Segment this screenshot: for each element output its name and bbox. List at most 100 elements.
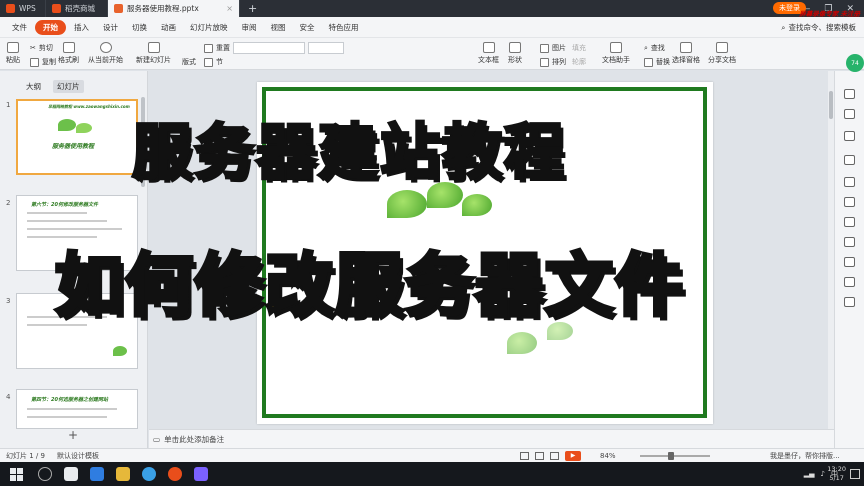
speed-badge[interactable]: 74 — [846, 54, 864, 72]
app-icon[interactable] — [64, 467, 78, 481]
thumb-title-text: 第四节：20何选服务器之创建网站 — [31, 397, 108, 403]
right-sidebar — [834, 71, 864, 448]
document-tab-label: 服务器使用教程.pptx — [127, 4, 199, 13]
section-button[interactable]: 节 — [204, 57, 223, 67]
shape-button[interactable]: 形状 — [508, 42, 522, 65]
computer-icon[interactable] — [90, 467, 104, 481]
zoom-slider[interactable] — [640, 452, 710, 460]
wps-tab-label: WPS — [19, 4, 36, 13]
new-slide-button[interactable]: 新建幻灯片 — [136, 42, 171, 65]
tab-slides[interactable]: 幻灯片 — [53, 80, 84, 93]
browser-icon[interactable] — [142, 467, 156, 481]
windows-start-icon[interactable] — [6, 464, 26, 484]
doc-assistant-button[interactable]: 文档助手 — [602, 42, 630, 65]
format-painter-button[interactable]: 格式刷 — [58, 42, 79, 65]
menu-slideshow[interactable]: 幻灯片放映 — [184, 20, 234, 35]
section-label: 节 — [216, 58, 223, 66]
help-icon[interactable] — [844, 297, 855, 307]
chrome-icon[interactable] — [168, 467, 182, 481]
wps-taskbar-icon[interactable] — [194, 467, 208, 481]
paste-icon — [7, 42, 19, 53]
network-icon[interactable]: ▂▄ — [804, 470, 815, 478]
command-search-label: 查找命令、搜索模板 — [788, 22, 857, 32]
menu-animation[interactable]: 动画 — [155, 20, 182, 35]
recorder-watermark: 屏幕录像专家 未注册 — [799, 10, 860, 18]
overlay-title-line1: 服务器建站教程 — [131, 117, 566, 190]
document-tab[interactable]: 服务器使用教程.pptx × — [108, 0, 240, 17]
menu-security[interactable]: 安全 — [294, 20, 321, 35]
ribbon-toolbar: 粘贴 ✂ 剪切 复制 格式刷 从当前开始 新建幻灯片 版式 重置 节 文本框 形状… — [0, 38, 864, 70]
sorter-view-icon[interactable] — [535, 451, 544, 460]
picture-pane-icon[interactable] — [844, 257, 855, 267]
cut-label: 剪切 — [38, 44, 53, 52]
slide-thumbnail-1[interactable]: 早稻网络教程 www.zaowangshixin.com 服务器使用教程 — [16, 99, 138, 175]
fill-button[interactable]: 填充 — [572, 43, 586, 53]
font-size-select[interactable] — [308, 42, 344, 54]
shape-pane-icon[interactable] — [844, 237, 855, 247]
notes-bar[interactable]: ▭ 单击此处添加备注 — [149, 429, 834, 448]
leaf-decoration — [387, 190, 427, 218]
menu-insert[interactable]: 插入 — [68, 20, 95, 35]
add-slide-button[interactable]: + — [68, 428, 78, 442]
tab-outline[interactable]: 大纲 — [22, 80, 45, 93]
property-icon[interactable] — [844, 89, 855, 99]
normal-view-icon[interactable] — [520, 451, 529, 460]
layout-label: 版式 — [182, 58, 196, 66]
copy-button[interactable]: 复制 — [30, 57, 56, 67]
reset-button[interactable]: 重置 — [204, 43, 230, 53]
new-tab-button[interactable]: + — [240, 0, 265, 17]
animation-icon[interactable] — [844, 155, 855, 165]
arrange-label: 排列 — [552, 58, 566, 66]
volume-icon[interactable]: ♪ — [821, 470, 825, 478]
cut-button[interactable]: ✂ 剪切 — [30, 43, 53, 53]
replace-button[interactable]: 替换 — [644, 57, 670, 67]
folder-icon[interactable] — [116, 467, 130, 481]
leaf-decoration — [507, 332, 537, 354]
menu-view[interactable]: 视图 — [265, 20, 292, 35]
font-name-select[interactable] — [233, 42, 305, 54]
slideshow-play-button[interactable]: ▶ — [565, 450, 581, 461]
reset-icon — [204, 43, 213, 53]
store-icon — [52, 4, 61, 13]
file-menu[interactable]: 文件 — [6, 20, 33, 35]
menu-start[interactable]: 开始 — [35, 19, 66, 35]
reading-view-icon[interactable] — [550, 451, 559, 460]
menu-special[interactable]: 特色应用 — [323, 20, 365, 35]
transition-icon[interactable] — [844, 177, 855, 187]
search-icon[interactable] — [38, 467, 52, 481]
textbox-label: 文本框 — [478, 56, 499, 64]
select-icon[interactable] — [844, 109, 855, 119]
slide-thumbnail-4[interactable]: 第四节：20何选服务器之创建网站 — [16, 389, 138, 429]
template-icon[interactable] — [844, 197, 855, 207]
share-button[interactable]: 分享文档 — [708, 42, 736, 65]
template-name[interactable]: 默认设计模板 — [51, 451, 105, 461]
scroll-thumb[interactable] — [829, 91, 833, 119]
find-button[interactable]: ⌕ 查找 — [644, 43, 665, 53]
backup-icon[interactable] — [844, 277, 855, 287]
arrange-button[interactable]: 排列 — [540, 57, 566, 67]
store-tab-label: 稻壳商城 — [65, 4, 95, 13]
menu-review[interactable]: 审阅 — [236, 20, 263, 35]
from-current-button[interactable]: 从当前开始 — [88, 42, 123, 65]
system-clock[interactable]: 13:20 5/17 — [827, 465, 846, 483]
assistant-prompt[interactable]: 我是墨仔，帮你排版... — [770, 451, 840, 461]
leaf-decoration — [76, 123, 92, 133]
picture-button[interactable]: 图片 — [540, 43, 566, 53]
layout-button[interactable]: 版式 — [182, 57, 196, 67]
close-tab-icon[interactable]: × — [226, 4, 233, 13]
menu-transition[interactable]: 切换 — [126, 20, 153, 35]
new-slide-icon — [147, 42, 160, 53]
copy-style-icon[interactable] — [844, 131, 855, 141]
menu-design[interactable]: 设计 — [97, 20, 124, 35]
store-tab[interactable]: 稻壳商城 — [46, 0, 108, 17]
wps-home-tab[interactable]: WPS — [0, 0, 46, 17]
textbox-button[interactable]: 文本框 — [478, 42, 499, 65]
zoom-level[interactable]: 84% — [600, 452, 616, 460]
zoom-slider-knob[interactable] — [668, 452, 674, 460]
notification-icon[interactable] — [850, 469, 860, 479]
outline-button[interactable]: 轮廓 — [572, 57, 586, 67]
design-icon[interactable] — [844, 217, 855, 227]
select-pane-button[interactable]: 选择窗格 — [672, 42, 700, 65]
paste-button[interactable]: 粘贴 — [6, 42, 20, 65]
command-search[interactable]: ⌕ 查找命令、搜索模板 — [781, 22, 864, 33]
